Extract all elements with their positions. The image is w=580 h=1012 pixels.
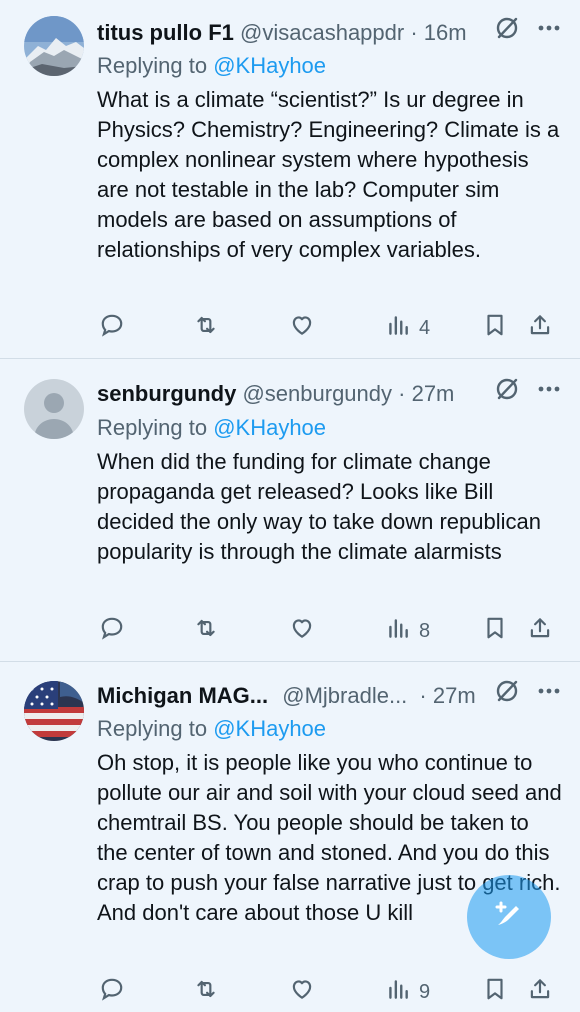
reply-button[interactable]: [99, 972, 125, 1012]
like-button[interactable]: [289, 611, 315, 651]
action-bar: 8: [97, 611, 562, 651]
more-dots-icon[interactable]: [536, 376, 562, 412]
bar-chart-icon: [385, 615, 411, 647]
action-bar: 4: [97, 308, 562, 348]
compose-button[interactable]: [467, 875, 551, 959]
share-icon: [527, 976, 553, 1008]
grok-slash-icon[interactable]: [494, 15, 520, 51]
tweet[interactable]: senburgundy @senburgundy · 27m Replying …: [0, 359, 580, 662]
bookmark-icon: [482, 976, 508, 1008]
bookmark-button[interactable]: [482, 308, 508, 348]
avatar[interactable]: [24, 681, 84, 741]
replying-prefix: Replying to: [97, 53, 214, 78]
display-name[interactable]: titus pullo F1: [97, 20, 234, 45]
bar-chart-icon: [385, 976, 411, 1008]
speech-bubble-icon: [99, 976, 125, 1008]
views-button[interactable]: 9: [385, 972, 430, 1012]
repost-icon: [193, 615, 219, 647]
timestamp[interactable]: · 16m: [410, 20, 466, 45]
user-handle[interactable]: @visacashappdr: [240, 20, 404, 45]
heart-icon: [289, 976, 315, 1008]
replying-prefix: Replying to: [97, 716, 214, 741]
display-name[interactable]: senburgundy: [97, 381, 236, 406]
views-count: 9: [419, 980, 431, 1003]
replying-to: Replying to @KHayhoe: [97, 413, 326, 443]
replying-to: Replying to @KHayhoe: [97, 714, 326, 744]
share-icon: [527, 615, 553, 647]
speech-bubble-icon: [99, 615, 125, 647]
repost-button[interactable]: [193, 308, 219, 348]
bookmark-button[interactable]: [482, 972, 508, 1012]
share-icon: [527, 312, 553, 344]
tweet[interactable]: titus pullo F1 @visacashappdr · 16m Repl…: [0, 0, 580, 359]
like-button[interactable]: [289, 308, 315, 348]
replying-prefix: Replying to: [97, 415, 214, 440]
tweet-text: When did the funding for climate change …: [97, 449, 541, 564]
avatar[interactable]: [24, 16, 84, 76]
user-handle[interactable]: @Mjbradle...: [282, 683, 407, 708]
avatar[interactable]: [24, 379, 84, 439]
more-dots-icon[interactable]: [536, 15, 562, 51]
mention-link[interactable]: @KHayhoe: [213, 716, 326, 741]
grok-slash-icon[interactable]: [494, 376, 520, 412]
display-name[interactable]: Michigan MAG...: [97, 683, 268, 708]
action-bar: 9: [97, 972, 562, 1012]
repost-button[interactable]: [193, 972, 219, 1012]
user-handle[interactable]: @senburgundy: [242, 381, 392, 406]
speech-bubble-icon: [99, 312, 125, 344]
heart-icon: [289, 312, 315, 344]
views-count: 8: [419, 619, 431, 642]
bookmark-icon: [482, 615, 508, 647]
bookmark-button[interactable]: [482, 611, 508, 651]
repost-button[interactable]: [193, 611, 219, 651]
timestamp[interactable]: · 27m: [419, 683, 475, 708]
reply-button[interactable]: [99, 308, 125, 348]
mention-link[interactable]: @KHayhoe: [213, 53, 326, 78]
tweet-text: What is a climate “scientist?” Is ur deg…: [97, 87, 560, 262]
repost-icon: [193, 312, 219, 344]
views-count: 4: [419, 316, 431, 339]
heart-icon: [289, 615, 315, 647]
share-button[interactable]: [527, 611, 553, 651]
like-button[interactable]: [289, 972, 315, 1012]
bar-chart-icon: [385, 312, 411, 344]
bookmark-icon: [482, 312, 508, 344]
repost-icon: [193, 976, 219, 1008]
reply-feed: titus pullo F1 @visacashappdr · 16m Repl…: [0, 0, 580, 1003]
share-button[interactable]: [527, 972, 553, 1012]
mention-link[interactable]: @KHayhoe: [213, 415, 326, 440]
views-button[interactable]: 8: [385, 611, 430, 651]
timestamp[interactable]: · 27m: [398, 381, 454, 406]
more-dots-icon[interactable]: [536, 678, 562, 714]
reply-button[interactable]: [99, 611, 125, 651]
grok-slash-icon[interactable]: [494, 678, 520, 714]
replying-to: Replying to @KHayhoe: [97, 51, 326, 81]
share-button[interactable]: [527, 308, 553, 348]
compose-icon: [489, 895, 529, 940]
views-button[interactable]: 4: [385, 308, 430, 348]
